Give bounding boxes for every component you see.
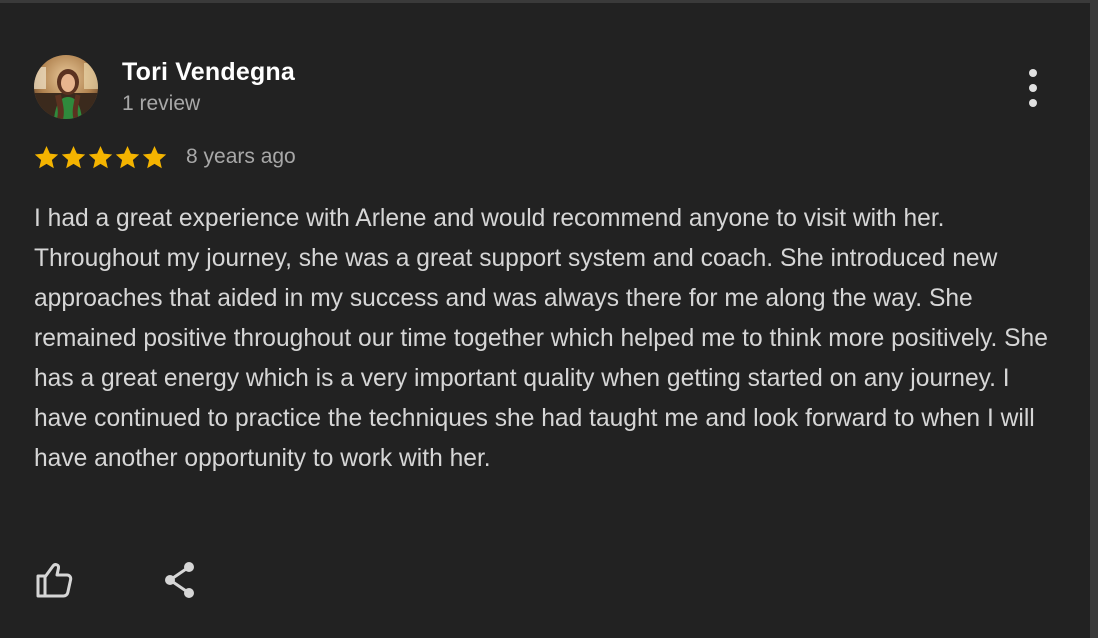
share-button[interactable] [160,559,202,601]
star-icon [142,146,167,169]
star-icon [115,146,140,169]
star-rating [33,144,168,172]
more-options-button[interactable] [1018,67,1050,109]
star-icon [61,146,86,169]
star-icon [34,146,59,169]
review-card: Tori Vendegna 1 review 8 years ago I had… [0,3,1090,638]
more-vert-icon-dot [1029,84,1037,92]
like-button[interactable] [34,560,76,600]
thumbs-up-icon [36,563,73,598]
review-count[interactable]: 1 review [122,92,200,116]
avatar-photo [34,55,98,119]
review-text: I had a great experience with Arlene and… [34,205,1048,472]
reviewer-avatar[interactable] [34,55,98,119]
more-vert-icon [1029,69,1037,77]
share-icon [165,562,194,598]
review-time: 8 years ago [186,145,296,168]
star-icon [88,146,113,169]
reviewer-name[interactable]: Tori Vendegna [122,58,295,87]
more-vert-icon-dot [1029,99,1037,107]
